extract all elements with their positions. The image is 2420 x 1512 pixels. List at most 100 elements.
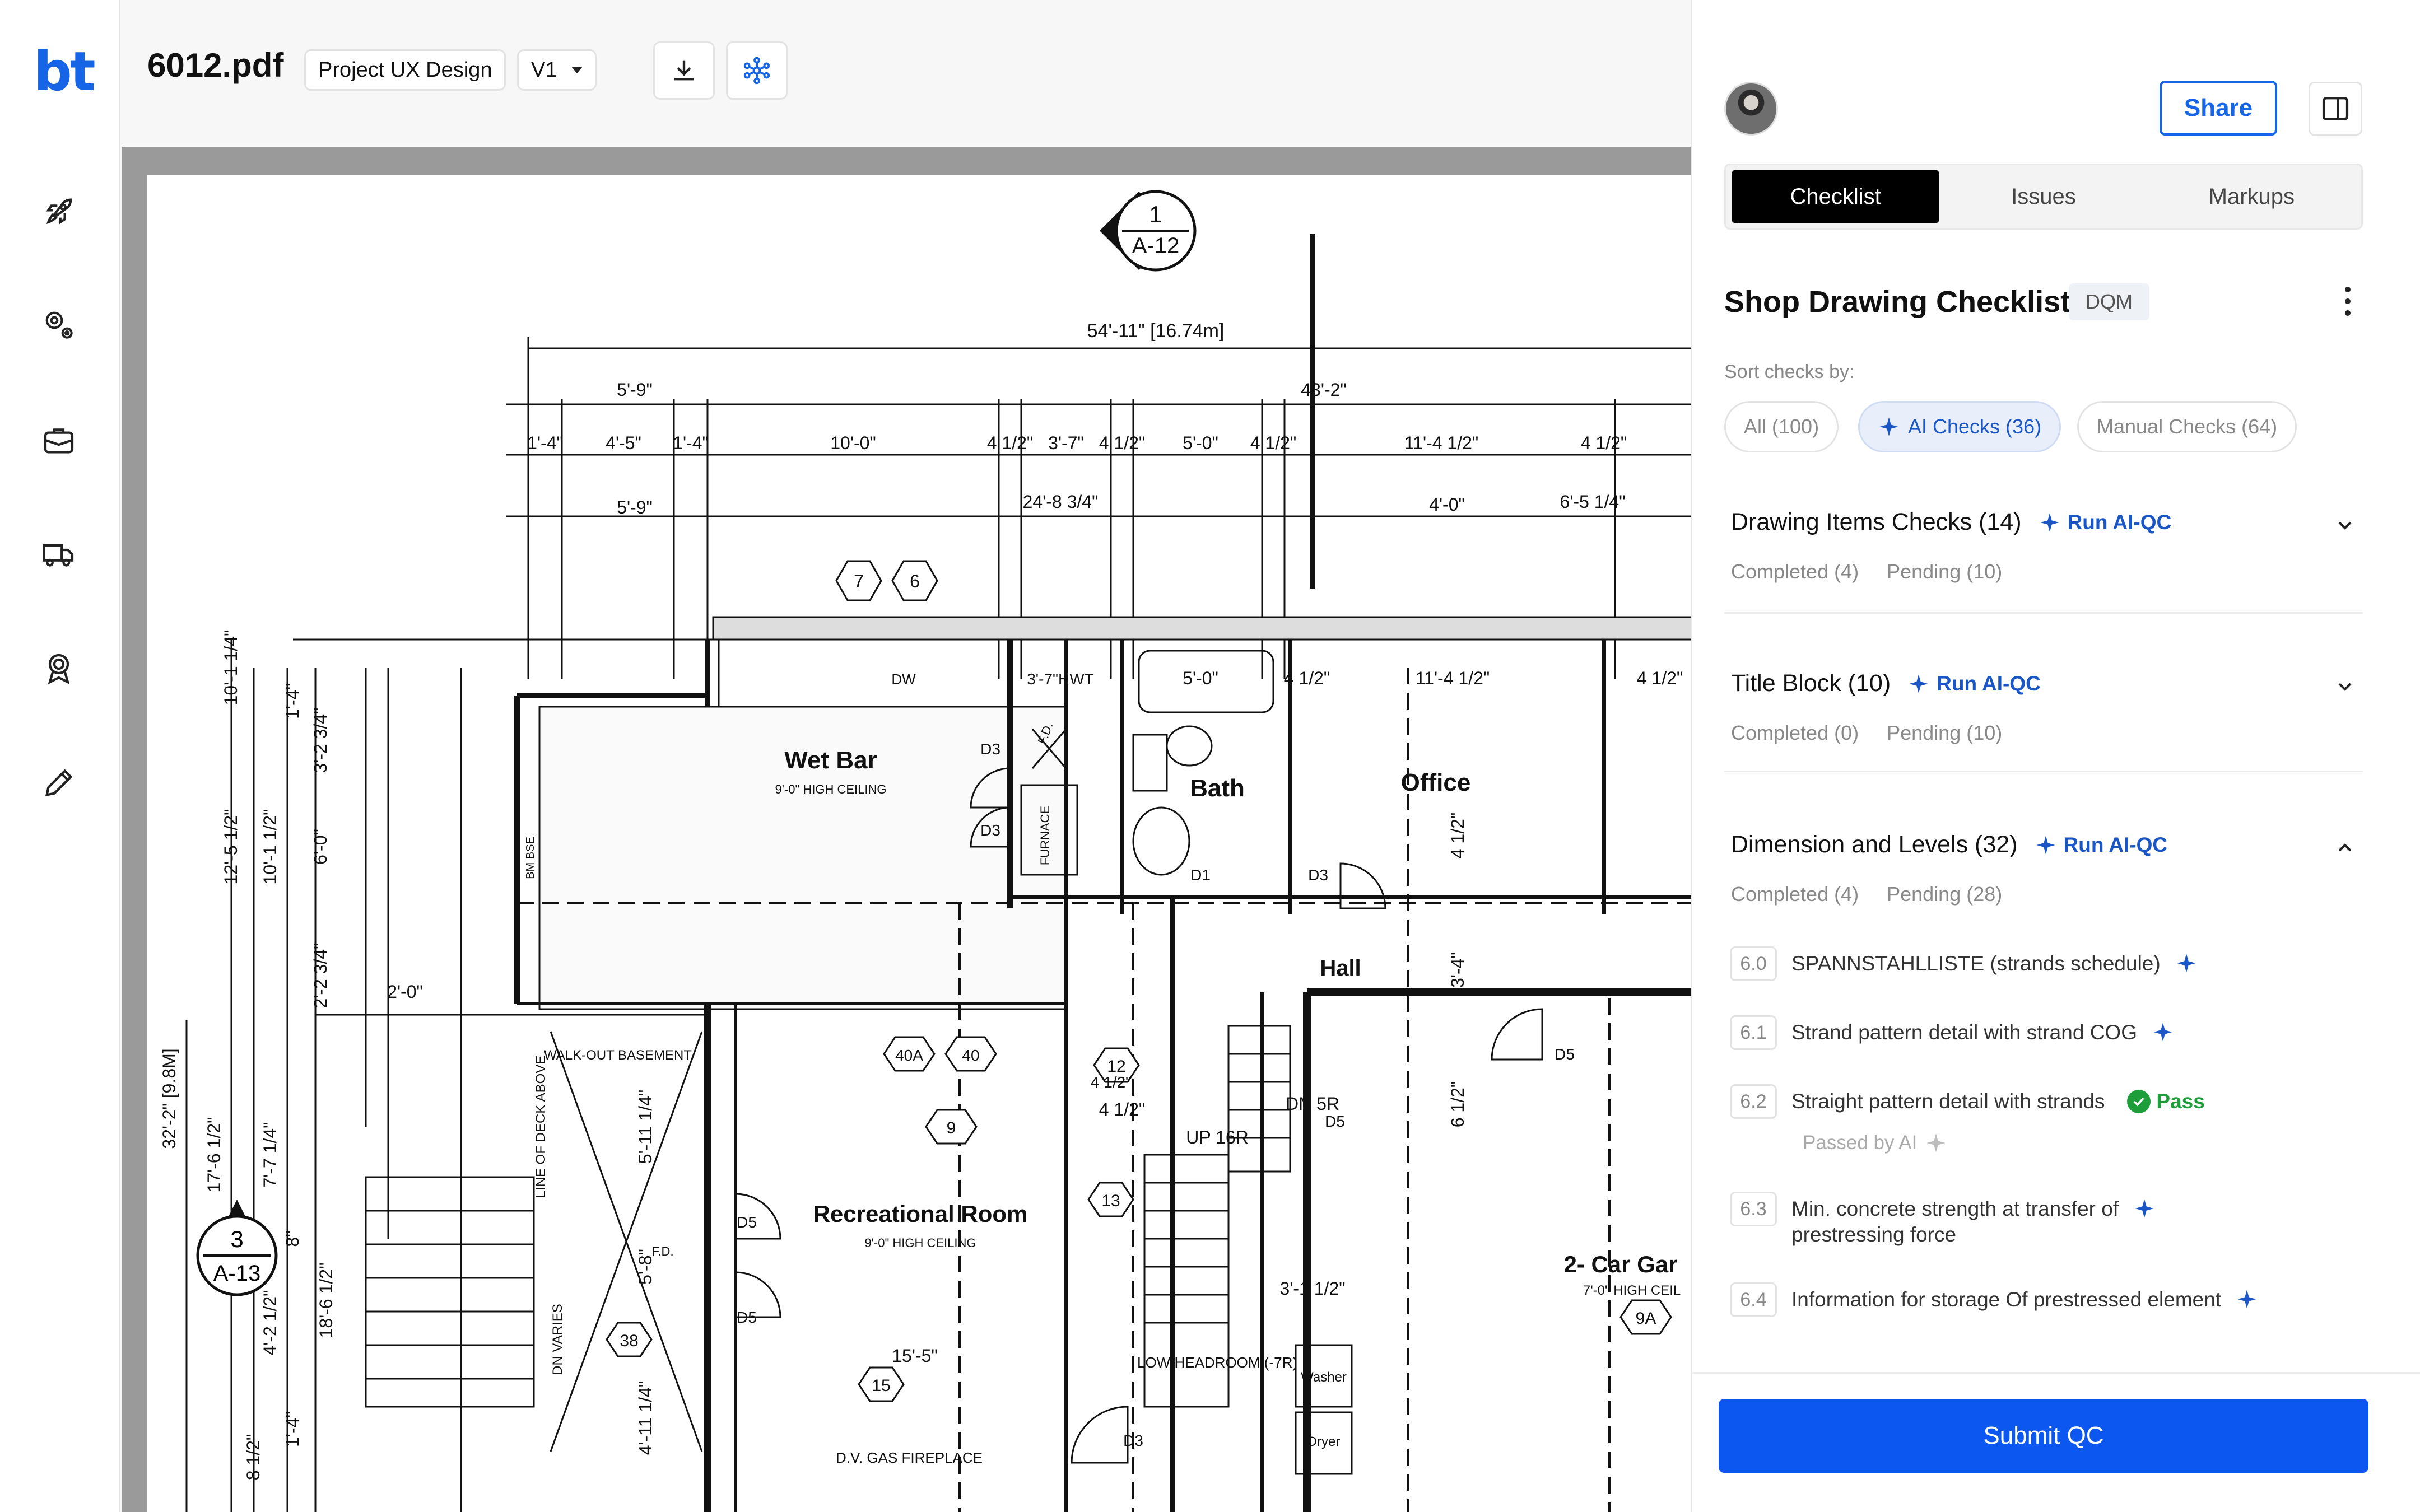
truck-icon[interactable] — [38, 533, 80, 576]
drawing-canvas[interactable]: 1 A-12 3 A-13 54'-11" [16.74m] 5'-9" 5'-… — [122, 147, 1693, 1512]
sparkle-icon[interactable] — [2236, 1288, 2258, 1310]
svg-text:11'-4 1/2": 11'-4 1/2" — [1416, 668, 1490, 688]
svg-text:4'-5": 4'-5" — [606, 433, 641, 453]
run-ai-qc-button[interactable]: Run AI-QC — [2035, 833, 2167, 857]
section-title[interactable]: Dimension and Levels (32) — [1731, 831, 2018, 858]
section-title[interactable]: Title Block (10) — [1731, 670, 1891, 697]
svg-text:8": 8" — [282, 1230, 302, 1247]
svg-text:D3: D3 — [1123, 1432, 1143, 1449]
pencil-icon[interactable] — [38, 762, 80, 804]
check-item[interactable]: 6.4 Information for storage Of prestress… — [1730, 1282, 2258, 1317]
svg-text:Wet Bar: Wet Bar — [784, 746, 877, 774]
version-label: V1 — [531, 58, 557, 82]
chevron-up-icon[interactable] — [2334, 837, 2356, 859]
check-number: 6.1 — [1730, 1015, 1777, 1050]
run-ai-qc-button[interactable]: Run AI-QC — [2039, 511, 2171, 534]
svg-text:DN 5R: DN 5R — [1286, 1094, 1339, 1114]
version-dropdown[interactable]: V1 — [517, 49, 597, 91]
pending-count: Pending (10) — [1887, 560, 2003, 583]
tab-markups[interactable]: Markups — [2148, 170, 2356, 223]
check-item[interactable]: 6.3 Min. concrete strength at transfer o… — [1730, 1192, 2156, 1247]
pass-status: Pass — [2127, 1090, 2205, 1113]
submit-qc-button[interactable]: Submit QC — [1719, 1399, 2368, 1473]
passed-by-ai-note: Passed by AI — [1803, 1132, 1947, 1154]
sparkle-icon — [1909, 674, 1928, 693]
svg-text:3: 3 — [230, 1226, 243, 1252]
sparkle-icon[interactable] — [2152, 1021, 2174, 1043]
svg-text:A-13: A-13 — [213, 1261, 261, 1286]
award-icon[interactable] — [38, 647, 80, 690]
divider — [1724, 771, 2363, 772]
checklist-title: Shop Drawing Checklist — [1724, 285, 2071, 319]
sparkle-icon — [1926, 1133, 1946, 1152]
sparkle-icon[interactable] — [2175, 952, 2198, 974]
filter-all[interactable]: All (100) — [1724, 401, 1839, 452]
app-logo[interactable]: bt — [34, 40, 96, 103]
section-title[interactable]: Drawing Items Checks (14) — [1731, 508, 2022, 536]
more-options-icon[interactable] — [2337, 284, 2359, 318]
project-name: Project UX Design — [318, 58, 492, 82]
svg-text:7'-0" HIGH CEIL: 7'-0" HIGH CEIL — [1583, 1283, 1681, 1298]
svg-text:6 1/2": 6 1/2" — [1448, 1081, 1468, 1128]
svg-text:4 1/2": 4 1/2" — [1637, 668, 1683, 688]
check-text: Information for storage Of prestressed e… — [1791, 1288, 2222, 1311]
svg-text:10'-1 1/2": 10'-1 1/2" — [260, 809, 280, 885]
pending-count: Pending (28) — [1887, 883, 2003, 906]
filter-ai-checks[interactable]: AI Checks (36) — [1858, 401, 2061, 452]
briefcase-icon[interactable] — [38, 419, 80, 461]
chevron-down-icon[interactable] — [2334, 675, 2356, 698]
svg-text:D5: D5 — [737, 1309, 757, 1326]
svg-text:FURNACE: FURNACE — [1038, 806, 1052, 865]
check-item[interactable]: 6.2 Straight pattern detail with strands… — [1730, 1084, 2205, 1119]
svg-text:2'-0": 2'-0" — [387, 982, 423, 1002]
svg-text:DN VARIES: DN VARIES — [550, 1304, 565, 1375]
share-button[interactable]: Share — [2160, 81, 2277, 136]
svg-text:4 1/2": 4 1/2" — [1250, 433, 1297, 453]
svg-text:7'-7 1/4": 7'-7 1/4" — [260, 1122, 280, 1187]
svg-text:3'-2 3/4": 3'-2 3/4" — [310, 707, 331, 773]
tab-checklist[interactable]: Checklist — [1732, 170, 1940, 223]
run-ai-qc-button[interactable]: Run AI-QC — [1907, 672, 2041, 696]
download-button[interactable] — [653, 41, 715, 100]
download-icon — [674, 60, 694, 81]
drawing-sheet[interactable]: 1 A-12 3 A-13 54'-11" [16.74m] 5'-9" 5'-… — [147, 175, 1693, 1512]
rocket-icon[interactable] — [38, 190, 80, 233]
svg-text:38: 38 — [620, 1332, 638, 1350]
panel-footer: Submit QC — [1692, 1372, 2420, 1512]
svg-text:9: 9 — [947, 1119, 956, 1137]
svg-text:UP 16R: UP 16R — [1186, 1127, 1248, 1147]
chevron-down-icon — [571, 67, 583, 73]
svg-text:3'-4": 3'-4" — [1448, 952, 1468, 988]
svg-text:D1: D1 — [1190, 866, 1211, 884]
svg-text:9'-0" HIGH CEILING: 9'-0" HIGH CEILING — [864, 1236, 976, 1250]
section-marker-top: 1 A-12 — [1100, 190, 1197, 272]
svg-text:Office: Office — [1401, 769, 1471, 796]
check-item[interactable]: 6.0 SPANNSTAHLLISTE (strands schedule) — [1730, 946, 2198, 981]
svg-text:D5: D5 — [737, 1214, 757, 1231]
check-item[interactable]: 6.1 Strand pattern detail with strand CO… — [1730, 1015, 2174, 1050]
app-root: bt 6012.pdf Project UX Design V1 1 A-12 … — [0, 0, 2420, 1512]
svg-text:5'-9": 5'-9" — [617, 380, 653, 400]
sparkle-icon[interactable] — [2133, 1197, 2156, 1220]
settings-icon[interactable] — [38, 304, 80, 346]
filter-manual-checks[interactable]: Manual Checks (64) — [2077, 401, 2297, 452]
network-button[interactable] — [726, 41, 788, 100]
svg-text:LINE OF DECK ABOVE: LINE OF DECK ABOVE — [533, 1056, 548, 1198]
floor-plan-drawing: 1 A-12 3 A-13 54'-11" [16.74m] 5'-9" 5'-… — [159, 190, 1693, 1512]
svg-text:D5: D5 — [1555, 1046, 1575, 1063]
chevron-down-icon[interactable] — [2334, 514, 2356, 536]
svg-text:Washer: Washer — [1301, 1370, 1347, 1385]
panel-toggle-button[interactable] — [2309, 82, 2362, 136]
completed-count: Completed (4) — [1731, 883, 1859, 906]
project-chip[interactable]: Project UX Design — [304, 49, 506, 91]
svg-text:5'-8": 5'-8" — [635, 1249, 655, 1285]
check-number: 6.3 — [1730, 1192, 1777, 1226]
qc-panel: Share Checklist Issues Markups Shop Draw… — [1691, 0, 2420, 1512]
svg-text:Dryer: Dryer — [1307, 1434, 1341, 1449]
svg-text:5'-9": 5'-9" — [617, 497, 653, 517]
avatar[interactable] — [1724, 82, 1778, 136]
section-sheet: A-12 — [1132, 234, 1180, 258]
svg-text:4 1/2": 4 1/2" — [1099, 433, 1146, 453]
svg-text:1'-4": 1'-4" — [527, 433, 563, 453]
tab-issues[interactable]: Issues — [1939, 170, 2147, 223]
